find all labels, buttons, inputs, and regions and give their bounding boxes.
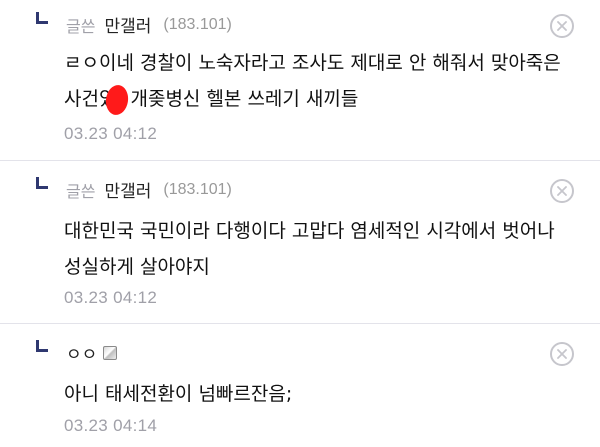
comment-item-2: 글쓴 만갤러 (183.101) 대한민국 국민이라 다행이다 고맙다 염세적인…	[0, 160, 600, 323]
author-name[interactable]: 만갤러	[104, 177, 151, 202]
comment-text: ㄹㅇ이네 경찰이 노숙자라고 조사도 제대로 안 해줘서 맞아죽은 사건있 개좆…	[64, 45, 574, 117]
comment-thread: 글쓴 만갤러 (183.101) ㄹㅇ이네 경찰이 노숙자라고 조사도 제대로 …	[0, 0, 600, 447]
delete-button[interactable]	[550, 14, 574, 38]
comment-timestamp: 03.23 04:12	[64, 288, 158, 307]
reply-arrow-icon	[36, 177, 48, 189]
writer-label: 글쓴	[66, 16, 96, 36]
author-name[interactable]: ㅇㅇ	[66, 340, 97, 365]
ip-address: (183.101)	[163, 15, 232, 33]
comment-meta: 글쓴 만갤러 (183.101)	[66, 177, 232, 203]
comment-meta: ㅇㅇ	[66, 340, 118, 365]
comment-text: 대한민국 국민이라 다행이다 고맙다 염세적인 시각에서 벗어나 성실하게 살아…	[64, 220, 555, 278]
comment-text-segment: 개좆병신 헬본 쓰레기 새끼들	[124, 88, 359, 110]
comment-text: 아니 태세전환이 넘빠르잔음;	[64, 383, 293, 405]
comment-meta: 글쓴 만갤러 (183.101)	[66, 12, 232, 38]
ip-address: (183.101)	[163, 180, 232, 198]
comment-item-1: 글쓴 만갤러 (183.101) ㄹㅇ이네 경찰이 노숙자라고 조사도 제대로 …	[0, 0, 600, 160]
comment-item-3: ㅇㅇ 아니 태세전환이 넘빠르잔음; 03.23 04:14	[0, 323, 600, 447]
reply-arrow-icon	[36, 12, 48, 24]
comment-timestamp: 03.23 04:12	[64, 124, 158, 143]
delete-button[interactable]	[550, 342, 574, 366]
close-icon	[557, 186, 567, 196]
close-icon	[557, 349, 567, 359]
fixed-nick-icon	[103, 345, 118, 360]
reply-arrow-icon	[36, 340, 48, 352]
delete-button[interactable]	[550, 179, 574, 203]
author-name[interactable]: 만갤러	[104, 12, 151, 37]
close-icon	[557, 21, 567, 31]
comment-timestamp: 03.23 04:14	[64, 416, 158, 435]
writer-label: 글쓴	[66, 181, 96, 201]
